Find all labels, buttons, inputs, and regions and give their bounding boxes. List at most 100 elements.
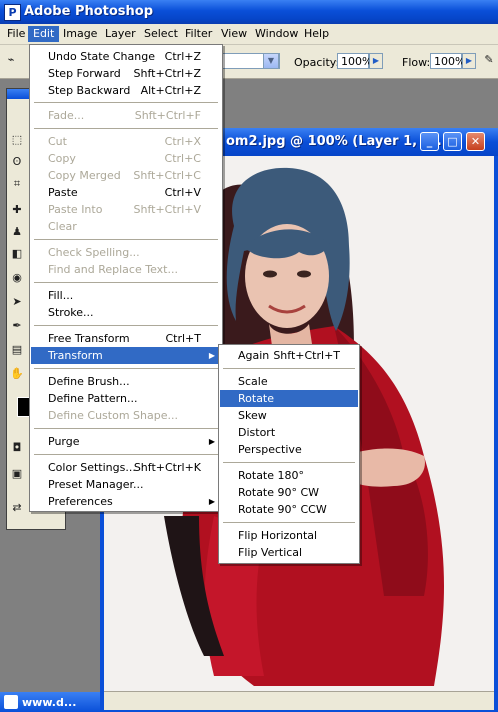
menu-item-label: Step Backward — [48, 84, 131, 97]
taskbar-button[interactable]: www.d... — [0, 692, 100, 712]
opacity-input[interactable]: 100% — [337, 53, 372, 69]
menu-separator — [34, 325, 218, 326]
menu-separator — [34, 128, 218, 129]
screen-mode-icon[interactable]: ▣ — [10, 467, 24, 481]
menu-item-shortcut: Ctrl+X — [164, 135, 201, 148]
menu-item-clear[interactable]: Clear — [31, 218, 221, 235]
menu-item-label: Scale — [238, 375, 268, 388]
quick-mask-icon[interactable]: ◘ — [10, 441, 24, 455]
menu-item-define-pattern[interactable]: Define Pattern... — [31, 390, 221, 407]
flow-input[interactable]: 100% — [430, 53, 465, 69]
menu-filter[interactable]: Filter — [180, 26, 217, 42]
menu-item-again[interactable]: Again Shft+Ctrl+T — [220, 347, 358, 364]
menu-item-label: Check Spelling... — [48, 246, 140, 259]
minimize-icon[interactable]: _ — [420, 132, 439, 151]
hand-tool-icon[interactable]: ✋ — [10, 367, 24, 381]
menu-item-define-brush[interactable]: Define Brush... — [31, 373, 221, 390]
menu-item-label: Rotate 90° CW — [238, 486, 320, 499]
menu-item-label: Define Brush... — [48, 375, 130, 388]
menu-item-label: Free Transform — [48, 332, 130, 345]
menu-item-preferences[interactable]: Preferences ▶ — [31, 493, 221, 510]
menu-item-copy[interactable]: Copy Ctrl+C — [31, 150, 221, 167]
menu-item-rotate-90-ccw[interactable]: Rotate 90° CCW — [220, 501, 358, 518]
menu-window[interactable]: Window — [250, 26, 303, 42]
menu-item-rotate-180[interactable]: Rotate 180° — [220, 467, 358, 484]
menu-item-label: Undo State Change — [48, 50, 155, 63]
menu-item-fill[interactable]: Fill... — [31, 287, 221, 304]
menu-item-label: Transform — [48, 349, 103, 362]
menu-item-scale[interactable]: Scale — [220, 373, 358, 390]
menu-item-fade[interactable]: Fade... Shft+Ctrl+F — [31, 107, 221, 124]
menu-item-transform[interactable]: Transform ▶ — [31, 347, 221, 364]
menu-item-purge[interactable]: Purge ▶ — [31, 433, 221, 450]
menu-separator — [34, 102, 218, 103]
menu-item-label: Skew — [238, 409, 267, 422]
menu-select[interactable]: Select — [139, 26, 183, 42]
menu-item-rotate[interactable]: Rotate — [220, 390, 358, 407]
eraser-tool-icon[interactable]: ◧ — [10, 247, 24, 261]
horizontal-scrollbar[interactable] — [104, 691, 494, 710]
menu-separator — [223, 462, 355, 463]
stamp-tool-icon[interactable]: ♟ — [10, 225, 24, 239]
menu-item-find-replace[interactable]: Find and Replace Text... — [31, 261, 221, 278]
menu-item-stroke[interactable]: Stroke... — [31, 304, 221, 321]
menu-item-flip-horizontal[interactable]: Flip Horizontal — [220, 527, 358, 544]
mode-dropdown-arrow-icon[interactable]: ▼ — [263, 53, 279, 69]
menu-item-label: Copy — [48, 152, 76, 165]
menu-item-label: Copy Merged — [48, 169, 121, 182]
menu-item-label: Preset Manager... — [48, 478, 144, 491]
pen-tool-icon[interactable]: ✒ — [10, 319, 24, 333]
menu-item-paste[interactable]: Paste Ctrl+V — [31, 184, 221, 201]
menu-item-distort[interactable]: Distort — [220, 424, 358, 441]
document-title: om2.jpg @ 100% (Layer 1, R... — [226, 134, 447, 149]
menu-item-skew[interactable]: Skew — [220, 407, 358, 424]
app-title-bar[interactable]: P Adobe Photoshop — [0, 0, 498, 24]
menu-item-color-settings[interactable]: Color Settings... Shft+Ctrl+K — [31, 459, 221, 476]
path-select-tool-icon[interactable]: ➤ — [10, 295, 24, 309]
menu-edit[interactable]: Edit — [28, 26, 60, 42]
menu-item-paste-into[interactable]: Paste Into Shft+Ctrl+V — [31, 201, 221, 218]
notes-tool-icon[interactable]: ▤ — [10, 343, 24, 357]
brush-preset-icon[interactable]: ⌁ — [4, 53, 18, 67]
menu-item-copy-merged[interactable]: Copy Merged Shft+Ctrl+C — [31, 167, 221, 184]
menu-item-free-transform[interactable]: Free Transform Ctrl+T — [31, 330, 221, 347]
maximize-icon[interactable]: □ — [443, 132, 462, 151]
crop-tool-icon[interactable]: ⌗ — [10, 177, 24, 191]
menu-image[interactable]: Image — [58, 26, 102, 42]
menu-separator — [223, 368, 355, 369]
menu-item-undo[interactable]: Undo State Change Ctrl+Z — [31, 48, 221, 65]
healing-tool-icon[interactable]: ✚ — [10, 203, 24, 217]
flow-label: Flow: — [402, 56, 431, 69]
taskbar-label: www.d... — [22, 696, 77, 709]
menu-item-define-custom-shape[interactable]: Define Custom Shape... — [31, 407, 221, 424]
menu-item-label: Preferences — [48, 495, 113, 508]
menu-layer[interactable]: Layer — [100, 26, 141, 42]
flow-slider-arrow-icon[interactable]: ▶ — [462, 53, 476, 69]
menu-item-flip-vertical[interactable]: Flip Vertical — [220, 544, 358, 561]
menu-separator — [223, 522, 355, 523]
menu-item-perspective[interactable]: Perspective — [220, 441, 358, 458]
menu-item-shortcut: Ctrl+T — [165, 332, 201, 345]
menu-separator — [34, 428, 218, 429]
menu-item-step-backward[interactable]: Step Backward Alt+Ctrl+Z — [31, 82, 221, 99]
lasso-tool-icon[interactable]: ʘ — [10, 155, 24, 169]
menu-help[interactable]: Help — [299, 26, 334, 42]
marquee-tool-icon[interactable]: ⬚ — [10, 133, 24, 147]
menu-item-label: Stroke... — [48, 306, 94, 319]
menu-item-step-forward[interactable]: Step Forward Shft+Ctrl+Z — [31, 65, 221, 82]
menu-item-label: Cut — [48, 135, 67, 148]
jump-to-imageready-icon[interactable]: ⇄ — [10, 501, 24, 515]
menu-file[interactable]: File — [2, 26, 30, 42]
menu-item-label: Step Forward — [48, 67, 121, 80]
menu-item-check-spelling[interactable]: Check Spelling... — [31, 244, 221, 261]
dodge-tool-icon[interactable]: ◉ — [10, 271, 24, 285]
menu-item-preset-manager[interactable]: Preset Manager... — [31, 476, 221, 493]
menu-item-rotate-90-cw[interactable]: Rotate 90° CW — [220, 484, 358, 501]
menu-item-label: Again — [238, 349, 270, 362]
close-icon[interactable]: ✕ — [466, 132, 485, 151]
menu-item-cut[interactable]: Cut Ctrl+X — [31, 133, 221, 150]
airbrush-icon[interactable]: ✎ — [482, 53, 496, 67]
menu-view[interactable]: View — [216, 26, 252, 42]
submenu-arrow-icon: ▶ — [208, 437, 215, 446]
opacity-slider-arrow-icon[interactable]: ▶ — [369, 53, 383, 69]
